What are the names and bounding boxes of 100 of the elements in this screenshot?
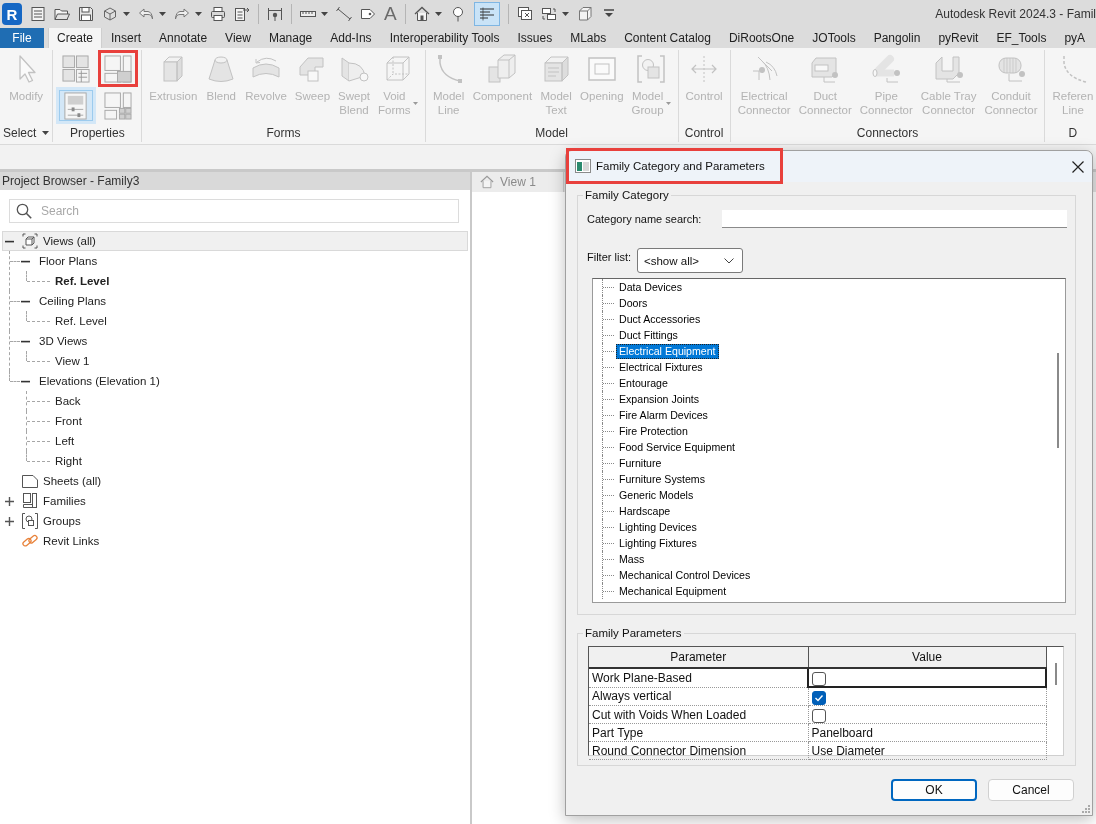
tree-item[interactable]: Elevations (Elevation 1) xyxy=(20,371,164,391)
tree-item[interactable]: Floor Plans xyxy=(20,251,102,271)
list-item[interactable]: Electrical Fixtures xyxy=(616,359,706,375)
close-icon[interactable] xyxy=(1072,160,1084,173)
text-tool-button[interactable]: A xyxy=(384,3,397,25)
app-logo[interactable]: R xyxy=(2,3,22,25)
ribbon-tab[interactable]: Insert xyxy=(102,28,151,48)
tag-icon[interactable] xyxy=(360,6,376,22)
dropdown-caret-icon[interactable] xyxy=(321,12,328,16)
list-item[interactable]: Lighting Devices xyxy=(616,519,700,535)
ribbon-tab[interactable]: JOTools xyxy=(803,28,865,48)
cube-icon[interactable] xyxy=(102,6,118,22)
list-item[interactable]: Mechanical Control Devices xyxy=(616,567,754,583)
dropdown-caret-icon[interactable] xyxy=(42,131,50,135)
tree-item[interactable]: Views (all) xyxy=(2,231,468,251)
panel-title[interactable]: Select xyxy=(3,126,37,140)
document-list-icon[interactable] xyxy=(30,6,46,22)
list-item[interactable]: Food Service Equipment xyxy=(616,439,738,455)
scrollbar-thumb[interactable] xyxy=(1055,663,1057,685)
list-item[interactable]: Doors xyxy=(616,295,651,311)
list-item[interactable]: Duct Accessories xyxy=(616,311,704,327)
ribbon-tab[interactable]: EF_Tools xyxy=(987,28,1056,48)
column-header[interactable]: Value xyxy=(808,647,1046,668)
list-item[interactable]: Fire Protection xyxy=(616,423,691,439)
ribbon-tab[interactable]: View xyxy=(216,28,260,48)
dialog-button[interactable]: Cancel xyxy=(988,779,1074,801)
list-item[interactable]: Furniture Systems xyxy=(616,471,708,487)
filter-dropdown[interactable]: <show all> xyxy=(637,248,743,273)
tree-item[interactable]: Back xyxy=(50,391,85,411)
list-item[interactable]: Mechanical Equipment xyxy=(616,583,730,599)
list-item[interactable]: Data Devices xyxy=(616,279,685,295)
tree-item[interactable]: Ceiling Plans xyxy=(20,291,111,311)
list-item[interactable]: Mass xyxy=(616,551,648,567)
ribbon-tab[interactable]: Issues xyxy=(508,28,562,48)
list-item[interactable]: Furniture xyxy=(616,455,665,471)
tree-item[interactable]: 3D Views xyxy=(20,331,92,351)
save-icon[interactable] xyxy=(78,6,94,22)
print-icon[interactable] xyxy=(210,6,226,22)
dropdown-caret-icon[interactable] xyxy=(159,12,166,16)
tree-item[interactable]: Sheets (all) xyxy=(2,471,106,491)
export-document-icon[interactable] xyxy=(234,6,250,22)
tree-item[interactable]: Families xyxy=(2,491,90,511)
tree-item[interactable]: Right xyxy=(50,451,86,471)
ribbon-tab[interactable]: pyRevit xyxy=(929,28,988,48)
search-field[interactable]: Search xyxy=(9,199,459,223)
expand-icon[interactable] xyxy=(5,516,14,526)
expand-icon[interactable] xyxy=(5,496,14,506)
cube-icon[interactable] xyxy=(576,6,593,22)
dropdown-caret-icon[interactable] xyxy=(195,12,202,16)
checkbox[interactable] xyxy=(811,708,826,723)
checkbox[interactable] xyxy=(811,690,826,705)
list-item[interactable]: Expansion Joints xyxy=(616,391,703,407)
list-item[interactable]: Electrical Equipment xyxy=(616,343,719,359)
ribbon-tool-button[interactable] xyxy=(98,50,139,87)
diagonal-dimension-icon[interactable] xyxy=(336,6,352,22)
tree-item[interactable]: Ref. Level xyxy=(50,271,114,291)
windows-icon[interactable] xyxy=(540,6,557,22)
list-item[interactable]: Lighting Fixtures xyxy=(616,535,700,551)
link-icon xyxy=(22,533,38,549)
toggle-button[interactable] xyxy=(473,2,500,26)
list-item[interactable]: Generic Models xyxy=(616,487,697,503)
ribbon-tab[interactable]: Content Catalog xyxy=(615,28,720,48)
ribbon-tab[interactable]: Create xyxy=(48,28,103,48)
dialog-button[interactable]: OK xyxy=(891,779,977,801)
list-item[interactable]: Entourage xyxy=(616,375,671,391)
ribbon-tab[interactable]: MLabs xyxy=(561,28,616,48)
tree-item[interactable]: Revit Links xyxy=(2,531,104,551)
open-folder-icon[interactable] xyxy=(54,6,70,22)
dropdown-caret-icon[interactable] xyxy=(434,12,442,16)
category-search-field[interactable] xyxy=(722,210,1067,228)
tree-item[interactable]: Left xyxy=(50,431,79,451)
dimension-pin-icon[interactable] xyxy=(267,6,283,22)
dropdown-caret-icon[interactable] xyxy=(561,12,569,16)
tree-item[interactable]: Groups xyxy=(2,511,85,531)
list-item[interactable]: Fire Alarm Devices xyxy=(616,407,711,423)
ribbon-tab[interactable]: pyA xyxy=(1055,28,1095,48)
redo-icon[interactable] xyxy=(174,6,190,22)
tree-item[interactable]: View 1 xyxy=(50,351,94,371)
cable-tray-connector-icon xyxy=(932,53,965,85)
ribbon-tab[interactable]: Interoperability Tools xyxy=(380,28,509,48)
category-list[interactable] xyxy=(592,278,1066,603)
dropdown-caret-icon[interactable] xyxy=(123,12,130,16)
resize-grip-icon[interactable] xyxy=(1082,805,1090,813)
list-item[interactable]: Duct Fittings xyxy=(616,327,681,343)
ribbon-tab[interactable]: DiRootsOne xyxy=(719,28,804,48)
file-tab[interactable]: File xyxy=(0,28,44,48)
group-title: Family Category xyxy=(584,189,670,201)
ribbon-tab[interactable]: Add-Ins xyxy=(321,28,381,48)
tree-item[interactable]: Front xyxy=(50,411,86,431)
windows-close-icon[interactable] xyxy=(516,6,533,22)
house-icon[interactable] xyxy=(413,6,430,22)
list-item[interactable]: Hardscape xyxy=(616,503,674,519)
ribbon-tab[interactable]: Annotate xyxy=(150,28,217,48)
ribbon-tab[interactable]: Pangolin xyxy=(864,28,930,48)
column-header[interactable]: Parameter xyxy=(589,647,808,668)
tree-item[interactable]: Ref. Level xyxy=(50,311,111,331)
undo-icon[interactable] xyxy=(138,6,154,22)
ribbon-tab[interactable]: Manage xyxy=(259,28,322,48)
checkbox[interactable] xyxy=(812,671,826,686)
scrollbar-thumb[interactable] xyxy=(1057,353,1059,448)
